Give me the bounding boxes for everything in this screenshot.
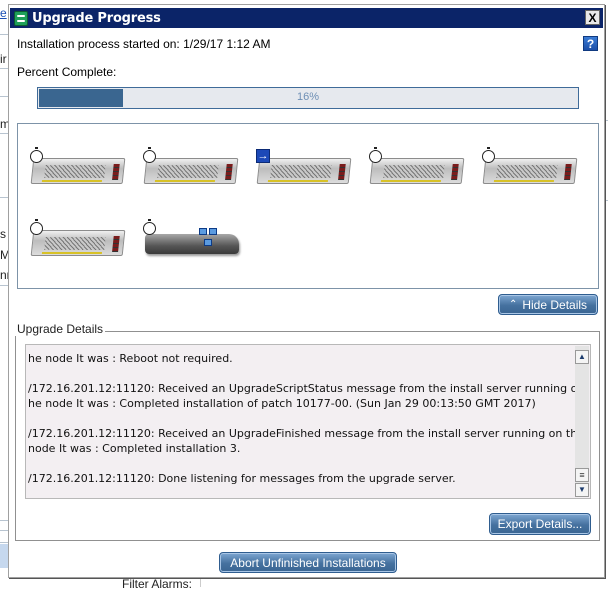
scroll-thumb[interactable]: ≡ — [575, 468, 589, 482]
background-row-text: ir — [0, 52, 7, 66]
timer-icon — [482, 147, 495, 163]
dialog-titlebar[interactable]: Upgrade Progress X — [10, 8, 603, 28]
app-icon — [14, 10, 28, 26]
timer-icon — [30, 147, 43, 163]
server-icon — [30, 158, 126, 184]
log-line: he node It was : Reboot not required. — [28, 352, 233, 365]
vertical-scrollbar[interactable]: ▲ ≡ ▼ — [575, 346, 589, 497]
details-log-text: he node It was : Reboot not required. /17… — [28, 351, 576, 486]
timer-icon — [143, 219, 156, 235]
abort-unfinished-installations-button[interactable]: Abort Unfinished Installations — [219, 552, 397, 573]
start-time-text: Installation process started on: 1/29/17… — [17, 37, 271, 51]
appliance-icon — [145, 228, 239, 254]
log-line: node It was : Completed installation 3. — [28, 442, 241, 455]
log-line: /172.16.201.12:11120: Received an Upgrad… — [28, 382, 576, 395]
log-line: /172.16.201.12:11120: Done listening for… — [28, 472, 456, 485]
hide-details-label: Hide Details — [522, 297, 588, 312]
close-button[interactable]: X — [585, 10, 600, 25]
upgrade-progress-dialog: Upgrade Progress X Installation process … — [8, 4, 605, 578]
dialog-title: Upgrade Progress — [32, 10, 161, 26]
nodes-panel: → — [17, 123, 599, 289]
server-icon — [482, 158, 578, 184]
node-server[interactable] — [30, 147, 126, 188]
help-button[interactable]: ? — [583, 36, 598, 51]
timer-icon — [30, 219, 43, 235]
timer-icon — [369, 147, 382, 163]
node-server[interactable] — [482, 147, 578, 188]
server-icon — [256, 158, 352, 184]
node-server[interactable] — [30, 219, 126, 260]
log-line: /172.16.201.12:11120: Received an Upgrad… — [28, 427, 576, 440]
filter-alarms-label: Filter Alarms: — [122, 577, 193, 591]
node-server[interactable] — [369, 147, 465, 188]
scroll-down-arrow-icon[interactable]: ▼ — [575, 483, 589, 497]
server-icon — [143, 158, 239, 184]
progress-bar: 16% — [37, 87, 579, 109]
background-divider — [200, 578, 201, 587]
chevron-up-icon: ⌃ — [508, 299, 518, 310]
hide-details-button[interactable]: ⌃ Hide Details — [498, 294, 598, 315]
server-icon — [369, 158, 465, 184]
percent-complete-label: Percent Complete: — [17, 65, 117, 79]
network-icon — [199, 228, 219, 248]
scroll-up-arrow-icon[interactable]: ▲ — [575, 350, 589, 364]
progress-text: 16% — [296, 91, 320, 103]
upgrade-details-legend: Upgrade Details — [15, 322, 106, 336]
arrow-right-icon: → — [256, 149, 270, 163]
node-server[interactable] — [143, 147, 239, 188]
log-line: he node It was : Completed installation … — [28, 397, 536, 410]
node-server[interactable]: → — [256, 148, 352, 188]
details-log-area[interactable]: he node It was : Reboot not required. /17… — [25, 344, 591, 499]
background-link[interactable]: e — [0, 6, 7, 20]
background-selected-row — [0, 544, 8, 568]
export-details-button[interactable]: Export Details... — [489, 513, 591, 535]
timer-icon — [143, 147, 156, 163]
server-icon — [30, 230, 126, 256]
node-network-appliance[interactable] — [143, 219, 239, 260]
